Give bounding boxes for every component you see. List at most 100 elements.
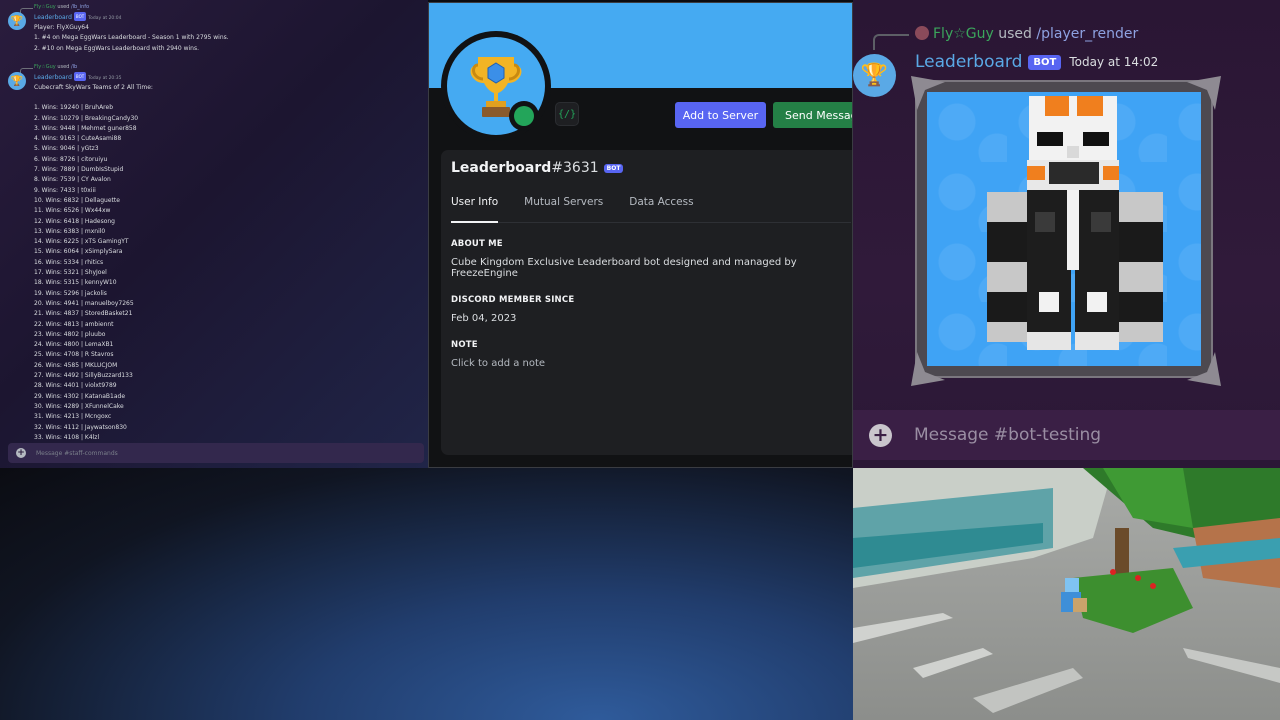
leaderboard-entry: 15. Wins: 6064 | xSimplySara — [34, 248, 123, 256]
leaderboard-entry: 24. Wins: 4800 | LemaXB1 — [34, 341, 114, 349]
leaderboard-entry: 29. Wins: 4302 | KatanaB1ade — [34, 392, 126, 400]
tab-user-info[interactable]: User Info — [451, 196, 499, 223]
bot-badge: BOT — [73, 12, 87, 21]
leaderboard-entry: 10. Wins: 6832 | Dellaguette — [34, 196, 120, 204]
about-me-text: Cube Kingdom Exclusive Leaderboard bot d… — [451, 257, 797, 279]
bot-avatar[interactable]: 🏆 — [853, 54, 896, 97]
send-message-button[interactable]: Send Message — [773, 102, 852, 128]
bot-testing-channel: Fly☆Guy used /player_render 🏆 Leaderboar… — [853, 0, 1280, 468]
note-input[interactable]: Click to add a note — [451, 358, 851, 369]
message-input[interactable]: + Message #staff-commands — [8, 443, 424, 463]
leaderboard-entry: 7. Wins: 7889 | DumbIsStupid — [34, 166, 124, 174]
leaderboard-entry: 32. Wins: 4112 | Jaywatson830 — [34, 423, 127, 431]
bot-name[interactable]: Leaderboard — [34, 14, 72, 21]
bot-badge: BOT — [73, 72, 87, 81]
message-header: Leaderboard BOT Today at 14:02 — [915, 52, 1158, 72]
leaderboard-list: 1. Wins: 19240 | BruhAreb 2. Wins: 10279 … — [8, 103, 423, 443]
leaderboard-entry: 25. Wins: 4708 | R Stavros — [34, 351, 114, 359]
tab-mutual-servers[interactable]: Mutual Servers — [524, 196, 603, 222]
leaderboard-entry: 12. Wins: 6418 | Hadesong — [34, 217, 115, 225]
input-placeholder: Message #bot-testing — [914, 425, 1102, 445]
reply-username[interactable]: Fly☆Guy — [933, 26, 994, 42]
leaderboard-entry: 30. Wins: 4289 | XFunnelCake — [34, 402, 124, 410]
tab-data-access[interactable]: Data Access — [629, 196, 693, 222]
leaderboard-entry: 1. Wins: 19240 | BruhAreb — [34, 104, 114, 112]
leaderboard-entry: 31. Wins: 4213 | Mcngoxc — [34, 413, 112, 421]
reply-command[interactable]: /lb_info — [71, 4, 89, 10]
reply-reference[interactable]: Fly☆Guy used /player_render — [915, 26, 1138, 42]
message-time: Today at 14:02 — [1069, 55, 1159, 69]
message-input[interactable]: + Message #bot-testing — [853, 410, 1280, 460]
discriminator: #3631 — [551, 160, 599, 176]
member-since-date: Feb 04, 2023 — [451, 313, 517, 324]
developer-badge-icon[interactable]: {/} — [555, 102, 579, 126]
about-me-title: ABOUT ME — [451, 239, 503, 249]
bot-badge: BOT — [603, 163, 624, 173]
plus-icon[interactable]: + — [16, 448, 26, 458]
leaderboard-entry: 5. Wins: 9046 | yGtz3 — [34, 145, 99, 153]
leaderboard-entry: 16. Wins: 5334 | rhitics — [34, 258, 104, 266]
leaderboard-entry: 18. Wins: 5315 | kennyW10 — [34, 279, 117, 287]
note-title: NOTE — [451, 340, 478, 350]
leaderboard-entry: 26. Wins: 4585 | MKLUCJOM — [34, 361, 118, 369]
bot-badge: BOT — [1028, 54, 1062, 70]
trophy-icon: 🏆 — [860, 63, 889, 88]
reply-username[interactable]: Fly☆Guy — [34, 64, 56, 70]
message-line: 2. #10 on Mega EggWars Leaderboard with … — [34, 44, 200, 52]
plus-icon[interactable]: + — [869, 423, 892, 447]
leaderboard-entry: 22. Wins: 4813 | ambiennt — [34, 320, 114, 328]
reply-command[interactable]: /lb — [71, 64, 77, 70]
leaderboard-entry: 33. Wins: 4108 | K4lzl — [34, 433, 100, 441]
leaderboard-entry: 21. Wins: 4837 | StoredBasket21 — [34, 310, 133, 318]
minecraft-game-view[interactable] — [853, 468, 1280, 720]
reply-used-text: used — [998, 26, 1032, 42]
message-time: Today at 20:35 — [88, 76, 122, 81]
leaderboard-entry: 4. Wins: 9163 | CuteAsami88 — [34, 135, 122, 143]
add-to-server-button[interactable]: Add to Server — [675, 102, 766, 128]
player-render-image[interactable] — [911, 76, 1221, 386]
profile-tabs: User Info Mutual Servers Data Access — [451, 196, 851, 223]
reply-reference[interactable]: Fly☆Guy used /lb_info — [8, 4, 423, 15]
online-status-icon — [509, 101, 539, 131]
leaderboard-entry: 6. Wins: 8726 | citoruiyu — [34, 155, 108, 163]
profile-username: Leaderboard #3631 BOT — [451, 160, 851, 176]
trophy-icon: 🏆 — [10, 75, 24, 87]
reply-reference[interactable]: Fly☆Guy used /lb — [8, 64, 423, 75]
leaderboard-entry: 23. Wins: 4802 | pluubo — [34, 330, 106, 338]
leaderboard-entry: 2. Wins: 10279 | BreakingCandy30 — [34, 114, 139, 122]
message-time: Today at 20:04 — [88, 16, 122, 21]
message-content: Player: FlyXGuy64 1. #4 on Mega EggWars L… — [8, 23, 423, 54]
frame-corners — [911, 76, 1221, 386]
bot-avatar[interactable]: 🏆 — [8, 12, 26, 30]
message-heading: Cubecraft SkyWars Teams of 2 All Time: — [34, 84, 153, 91]
message-lb-info: Fly☆Guy used /lb_info 🏆 Leaderboard BOT To… — [8, 4, 423, 54]
leaderboard-entry: 28. Wins: 4401 | violxt9789 — [34, 382, 117, 390]
leaderboard-entry: 19. Wins: 5296 | jackolis — [34, 289, 107, 297]
bot-avatar[interactable]: 🏆 — [8, 72, 26, 90]
message-line: 1. #4 on Mega EggWars Leaderboard - Seas… — [34, 34, 229, 42]
bot-name[interactable]: Leaderboard — [915, 52, 1022, 72]
leaderboard-entry: 27. Wins: 4492 | SillyBuzzard133 — [34, 372, 133, 380]
staff-commands-channel: Fly☆Guy used /lb_info 🏆 Leaderboard BOT To… — [0, 0, 428, 468]
bot-name[interactable]: Leaderboard — [34, 74, 72, 81]
leaderboard-entry: 17. Wins: 5321 | ShyJoel — [34, 269, 107, 277]
reply-username[interactable]: Fly☆Guy — [34, 4, 56, 10]
reply-avatar[interactable] — [915, 26, 929, 40]
leaderboard-entry: 8. Wins: 7539 | CY Avalon — [34, 176, 111, 184]
desktop-background — [0, 468, 853, 720]
profile-card: Leaderboard #3631 BOT User Info Mutual Ser… — [441, 150, 852, 455]
screen: Fly☆Guy used /lb_info 🏆 Leaderboard BOT To… — [0, 0, 1280, 720]
reply-used-text: used — [57, 4, 70, 10]
trophy-icon: 🏆 — [10, 15, 24, 27]
reply-command[interactable]: /player_render — [1036, 26, 1138, 42]
reply-used-text: used — [57, 64, 70, 70]
username: Leaderboard — [451, 160, 552, 176]
leaderboard-entry: 11. Wins: 6526 | Wx44xw — [34, 207, 111, 215]
reply-connector — [873, 34, 909, 50]
message-lb: Fly☆Guy used /lb 🏆 Leaderboard BOT Today a… — [8, 64, 423, 443]
leaderboard-entry: 20. Wins: 4941 | manuelboy7265 — [34, 299, 134, 307]
message-line: Player: FlyXGuy64 — [34, 24, 89, 31]
input-placeholder: Message #staff-commands — [36, 449, 118, 457]
leaderboard-entry: 14. Wins: 6225 | xTS GamingYT — [34, 238, 129, 246]
leaderboard-entry: 9. Wins: 7433 | t0xiii — [34, 186, 96, 194]
